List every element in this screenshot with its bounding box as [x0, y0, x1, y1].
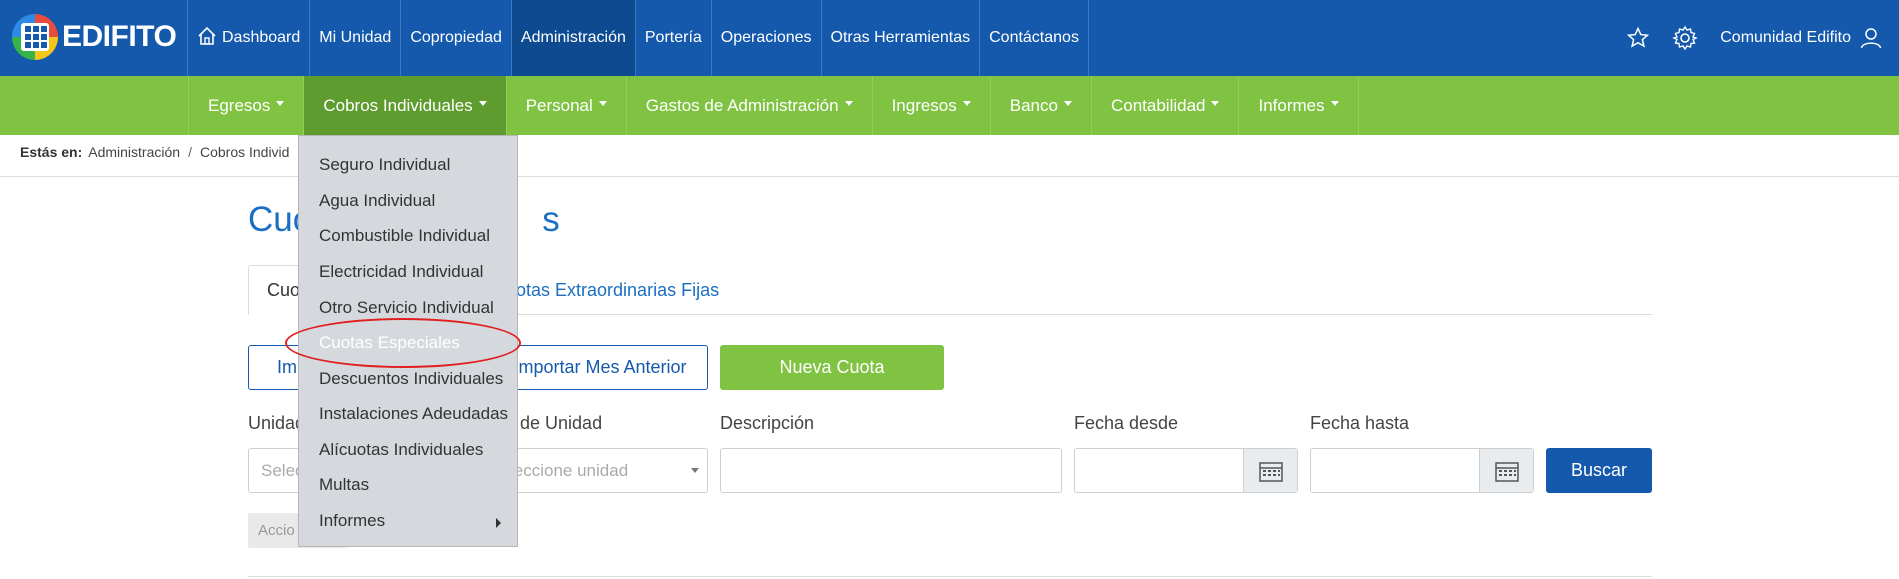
descripcion-input[interactable]: [720, 448, 1062, 493]
fecha-desde-label: Fecha desde: [1074, 413, 1179, 433]
new-quota-button[interactable]: Nueva Cuota: [720, 345, 944, 390]
actions-label: Accio: [258, 522, 295, 539]
subnav-banco[interactable]: Banco: [989, 76, 1091, 135]
subnav-label: Cobros Individuales: [323, 95, 473, 115]
caret-down-icon: [1330, 101, 1339, 106]
subnav-label: Ingresos: [891, 95, 957, 115]
nav-administracion[interactable]: Administración: [510, 0, 635, 76]
menu-item-combustible-individual[interactable]: Combustible Individual: [319, 226, 490, 246]
highlight-annotation: [285, 318, 521, 368]
menu-item-agua-individual[interactable]: Agua Individual: [319, 191, 435, 211]
subnav-gastos-administracion[interactable]: Gastos de Administración: [625, 76, 872, 135]
nav-dashboard[interactable]: Dashboard: [187, 0, 309, 76]
main-nav: Dashboard Mi Unidad Copropiedad Administ…: [187, 0, 1089, 76]
nav-label: Contáctanos: [989, 29, 1079, 46]
menu-item-otro-servicio-individual[interactable]: Otro Servicio Individual: [319, 298, 494, 318]
calendar-icon[interactable]: [1479, 449, 1533, 492]
menu-item-multas[interactable]: Multas: [319, 475, 369, 495]
fecha-desde-input[interactable]: [1074, 448, 1298, 493]
logo-text: EDIFITO: [62, 20, 177, 53]
unidad-label: Unidad: [248, 413, 306, 433]
sub-nav: Egresos Cobros Individuales Personal Gas…: [188, 76, 1359, 135]
page-title-end: s: [542, 200, 560, 239]
tipo-unidad-select[interactable]: leccione unidad: [498, 448, 708, 493]
top-navbar: EDIFITO Dashboard Mi Unidad Copropiedad …: [0, 0, 1899, 76]
caret-down-icon: [1211, 101, 1220, 106]
right-tools: Comunidad Edifito: [1604, 0, 1883, 76]
tab-label: otas Extraordinarias Fijas: [516, 279, 720, 300]
search-button-label: Buscar: [1570, 460, 1628, 480]
subnav-contabilidad[interactable]: Contabilidad: [1090, 76, 1239, 135]
subnav-personal[interactable]: Personal: [505, 76, 626, 135]
subnav-label: Informes: [1258, 95, 1325, 115]
caret-down-icon: [478, 101, 487, 106]
nav-label: Administración: [520, 29, 626, 46]
user-icon: [1859, 26, 1883, 50]
nav-label: Dashboard: [222, 29, 301, 46]
divider: [248, 576, 1652, 577]
menu-item-instalaciones-adeudadas[interactable]: Instalaciones Adeudadas: [319, 404, 508, 424]
nav-porteria[interactable]: Portería: [634, 0, 711, 76]
logo[interactable]: EDIFITO: [12, 14, 177, 60]
fecha-hasta-label: Fecha hasta: [1310, 413, 1410, 433]
nav-contactanos[interactable]: Contáctanos: [979, 0, 1089, 76]
user-menu[interactable]: Comunidad Edifito: [1720, 26, 1883, 50]
import-prev-label: mportar Mes Anterior: [518, 357, 687, 377]
subnav-cobros-individuales[interactable]: Cobros Individuales: [303, 76, 506, 135]
nav-mi-unidad[interactable]: Mi Unidad: [309, 0, 400, 76]
subnav-label: Personal: [525, 95, 593, 115]
menu-item-label: Informes: [319, 511, 386, 530]
import-previous-month-button[interactable]: mportar Mes Anterior: [498, 345, 708, 390]
caret-down-icon: [962, 101, 971, 106]
breadcrumb-item[interactable]: Administración: [88, 144, 180, 160]
subnav-label: Egresos: [208, 95, 271, 115]
caret-down-icon: [1063, 101, 1072, 106]
subnav-informes[interactable]: Informes: [1238, 76, 1359, 135]
menu-item-descuentos-individuales[interactable]: Descuentos Individuales: [319, 369, 503, 389]
descripcion-label: Descripción: [720, 413, 815, 433]
search-button[interactable]: Buscar: [1546, 448, 1652, 493]
nav-label: Copropiedad: [410, 29, 502, 46]
divider: [0, 176, 1899, 177]
menu-item-electricidad-individual[interactable]: Electricidad Individual: [319, 262, 483, 282]
nav-label: Operaciones: [720, 29, 812, 46]
nav-otras-herramientas[interactable]: Otras Herramientas: [820, 0, 980, 76]
caret-down-icon: [598, 101, 607, 106]
nav-label: Otras Herramientas: [830, 29, 971, 46]
user-label: Comunidad Edifito: [1720, 29, 1851, 46]
nav-label: Portería: [644, 29, 702, 46]
chevron-down-icon: [691, 468, 699, 473]
breadcrumb: Estás en: Administración / Cobros Indivi…: [20, 144, 289, 160]
tab-label: Cuo: [267, 279, 301, 300]
logo-icon: [12, 14, 58, 60]
nav-copropiedad[interactable]: Copropiedad: [400, 0, 511, 76]
subnav-egresos[interactable]: Egresos: [188, 76, 303, 135]
gear-icon[interactable]: [1672, 25, 1699, 51]
breadcrumb-label: Estás en:: [20, 144, 83, 160]
home-icon: [197, 26, 217, 51]
caret-down-icon: [276, 101, 285, 106]
nav-operaciones[interactable]: Operaciones: [710, 0, 821, 76]
subnav-label: Contabilidad: [1110, 95, 1206, 115]
sub-navbar: Egresos Cobros Individuales Personal Gas…: [0, 76, 1899, 135]
subnav-label: Gastos de Administración: [645, 95, 839, 115]
new-quota-label: Nueva Cuota: [779, 357, 885, 377]
subnav-label: Banco: [1009, 95, 1058, 115]
breadcrumb-separator: /: [188, 144, 192, 160]
calendar-icon[interactable]: [1243, 449, 1297, 492]
caret-down-icon: [844, 101, 853, 106]
import-button-label: Im: [277, 357, 297, 377]
subnav-ingresos[interactable]: Ingresos: [871, 76, 990, 135]
breadcrumb-item[interactable]: Cobros Individ: [200, 144, 290, 160]
menu-item-alicuotas-individuales[interactable]: Alícuotas Individuales: [319, 440, 483, 460]
star-icon[interactable]: [1626, 26, 1650, 50]
tab-cuotas-extraordinarias-fijas[interactable]: otas Extraordinarias Fijas: [498, 265, 737, 315]
menu-item-informes[interactable]: Informes: [319, 511, 509, 531]
fecha-hasta-input[interactable]: [1310, 448, 1534, 493]
nav-label: Mi Unidad: [319, 29, 392, 46]
menu-item-seguro-individual[interactable]: Seguro Individual: [319, 155, 450, 175]
tipo-unidad-placeholder: leccione unidad: [510, 460, 629, 480]
tipo-unidad-label: o de Unidad: [505, 413, 603, 433]
caret-right-icon: [496, 518, 501, 528]
